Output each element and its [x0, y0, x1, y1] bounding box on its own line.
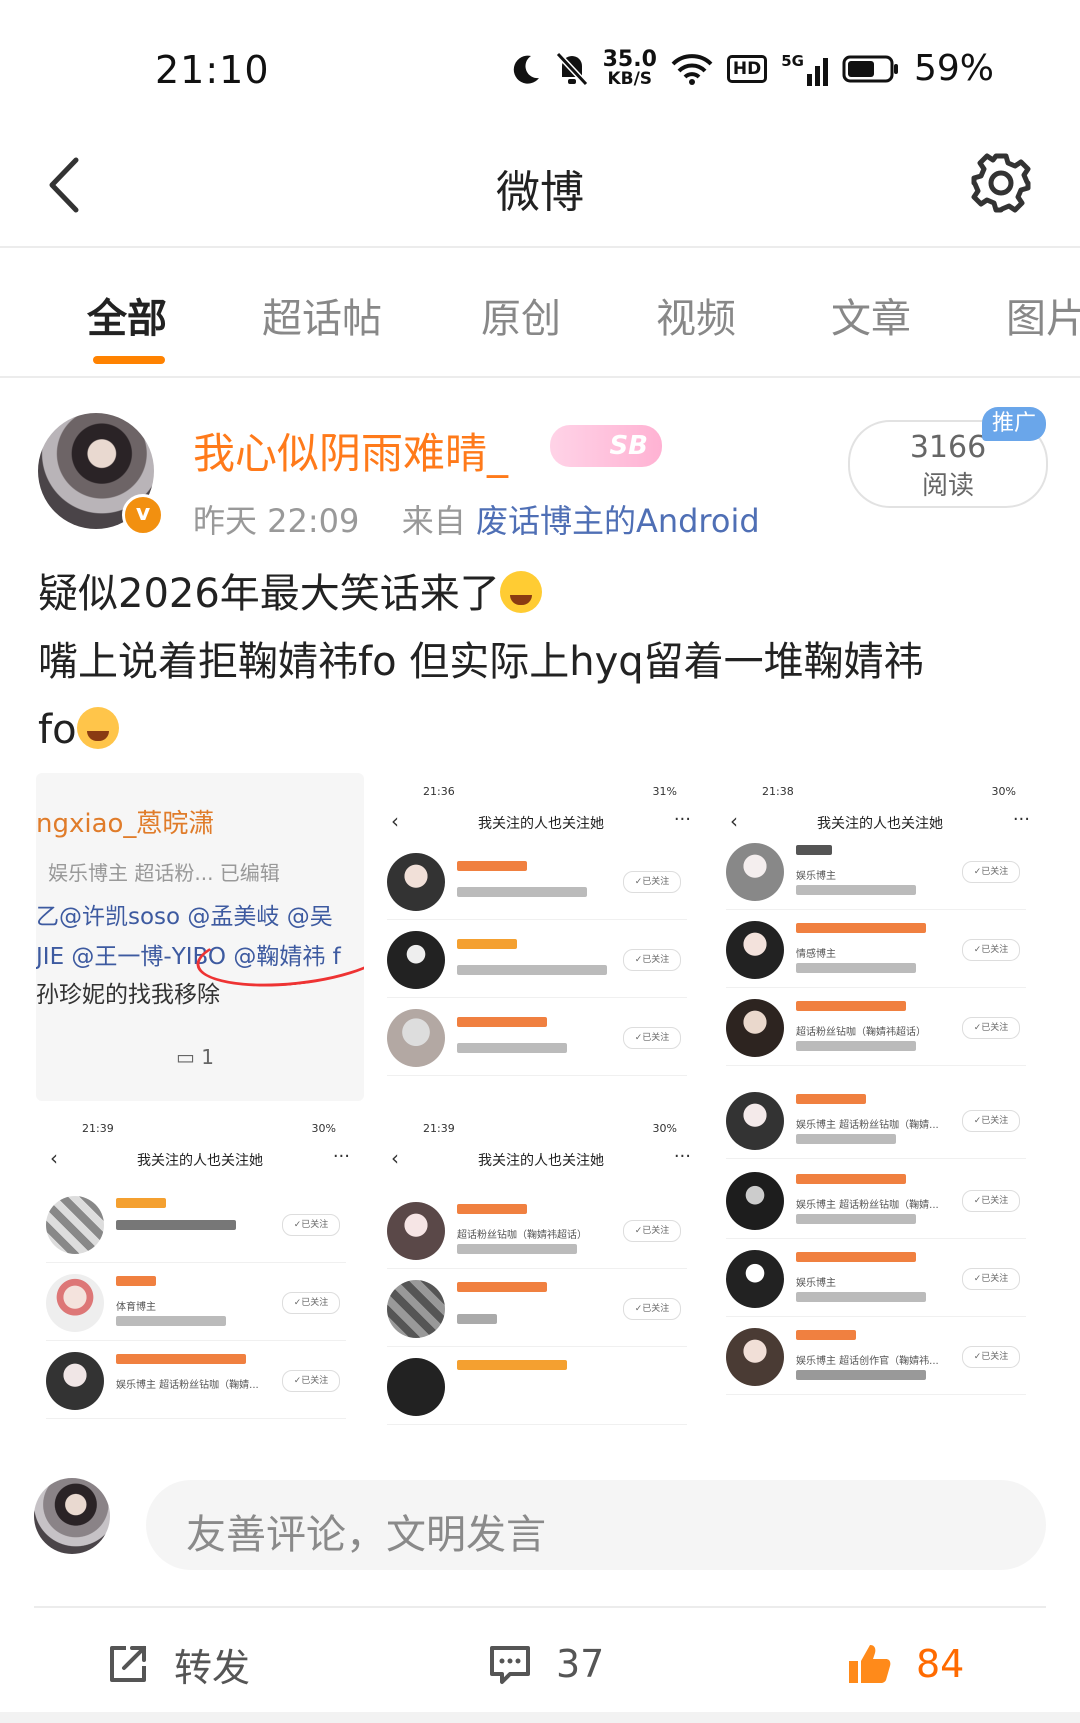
- tab-article[interactable]: 文章: [831, 286, 911, 344]
- img1-caption: ngxiao_蒽晥潇: [36, 809, 215, 839]
- battery-percent: 59%: [913, 48, 994, 89]
- img5-title: 我关注的人也关注她: [478, 1153, 604, 1169]
- laugh-emoji-icon: [499, 571, 542, 613]
- post-text-line-2: 嘴上说着拒鞠婧祎fo 但实际上hyq留着一堆鞠婧祎: [38, 639, 924, 685]
- author-name[interactable]: 我心似阴雨难晴_: [193, 420, 508, 481]
- comment-button[interactable]: 37: [488, 1634, 604, 1694]
- promote-badge[interactable]: 推广: [982, 407, 1046, 441]
- signal-icon: 5G: [781, 52, 828, 86]
- post-image-5[interactable]: 21:39 30% ‹ ··· 我关注的人也关注她 超话粉丝钻咖（鞠婧祎超话） ✓已关…: [377, 1110, 705, 1438]
- like-button[interactable]: 84: [846, 1634, 964, 1694]
- post-image-4[interactable]: 21:39 30% ‹ ··· 我关注的人也关注她 ✓已关注 体育博主 ✓已关注 娱乐…: [36, 1110, 364, 1438]
- status-time: 21:10: [155, 48, 270, 92]
- tab-all[interactable]: 全部: [87, 286, 167, 344]
- comment-icon: [490, 1646, 530, 1684]
- post-image-2[interactable]: 21:36 31% ‹ ··· 我关注的人也关注她 ✓已关注 ✓已关注 ✓已关注: [377, 773, 705, 1101]
- gear-icon[interactable]: [968, 150, 1034, 216]
- filter-tabs: 全部 超话帖 原创 视频 文章 图片: [0, 248, 1080, 378]
- battery-icon: [842, 55, 898, 82]
- post-meta: 昨天 22:09 来自 废话博主的Android: [193, 496, 760, 542]
- img4-title: 我关注的人也关注她: [137, 1153, 263, 1169]
- comment-count: 37: [556, 1642, 605, 1686]
- post-image-3[interactable]: 21:38 30% ‹ ··· 我关注的人也关注她 娱乐博主 ✓已关注 情感博主 ✓已关…: [716, 773, 1044, 1438]
- status-icons: 35.0 KB/S HD 5G 59%: [511, 48, 994, 89]
- post-image-1[interactable]: ngxiao_蒽晥潇 娱乐博主 超话粉... 已编辑 乙@许凯soso @孟美岐…: [36, 773, 364, 1101]
- post-time: 昨天 22:09: [193, 502, 360, 540]
- post-text: 疑似2026年最大笑话来了 嘴上说着拒鞠婧祎fo 但实际上hyq留着一堆鞠婧祎 …: [38, 560, 1038, 764]
- verified-badge-icon: v: [122, 494, 164, 536]
- wifi-icon: [671, 53, 713, 85]
- img1-line-3: 孙珍妮的找我移除: [36, 982, 220, 1008]
- thumbs-up-icon: [849, 1645, 891, 1683]
- mute-bell-icon: [555, 51, 588, 86]
- nav-bar: 微博: [0, 128, 1080, 248]
- cry-laugh-emoji-icon: [76, 707, 119, 749]
- img1-comment: ▭ 1: [176, 1045, 214, 1069]
- tab-video[interactable]: 视频: [656, 286, 736, 344]
- tab-super-topic[interactable]: 超话帖: [262, 286, 382, 344]
- tab-image[interactable]: 图片: [1006, 286, 1080, 344]
- my-avatar: [34, 1478, 110, 1554]
- post-source-prefix: 来自: [401, 502, 466, 540]
- bottom-separator: [0, 1712, 1080, 1723]
- post-text-line-1: 疑似2026年最大笑话来了: [38, 571, 500, 617]
- post-source[interactable]: 废话博主的Android: [476, 502, 760, 540]
- share-icon: [110, 1646, 146, 1682]
- page-title: 微博: [496, 167, 584, 218]
- moon-icon: [513, 55, 539, 84]
- img3-title: 我关注的人也关注她: [817, 816, 943, 832]
- read-label: 阅读: [921, 471, 974, 501]
- repost-button[interactable]: 转发: [106, 1634, 250, 1694]
- image-grid: ngxiao_蒽晥潇 娱乐博主 超话粉... 已编辑 乙@许凯soso @孟美岐…: [36, 773, 1046, 1438]
- tab-original[interactable]: 原创: [481, 286, 561, 344]
- img1-sub: 娱乐博主 超话粉... 已编辑: [48, 861, 280, 885]
- repost-label: 转发: [174, 1645, 251, 1690]
- active-tab-indicator: [93, 356, 165, 364]
- img2-title: 我关注的人也关注她: [478, 816, 604, 832]
- comment-placeholder: 友善评论，文明发言: [186, 1512, 546, 1558]
- post-text-line-3: fo: [38, 707, 77, 753]
- divider: [34, 1606, 1046, 1608]
- net-speed: 35.0 KB/S: [602, 47, 657, 89]
- like-count: 84: [916, 1642, 965, 1686]
- hd-badge: HD: [726, 54, 768, 83]
- user-tag-badge: SB: [550, 425, 662, 467]
- comment-input[interactable]: 友善评论，文明发言: [146, 1480, 1046, 1570]
